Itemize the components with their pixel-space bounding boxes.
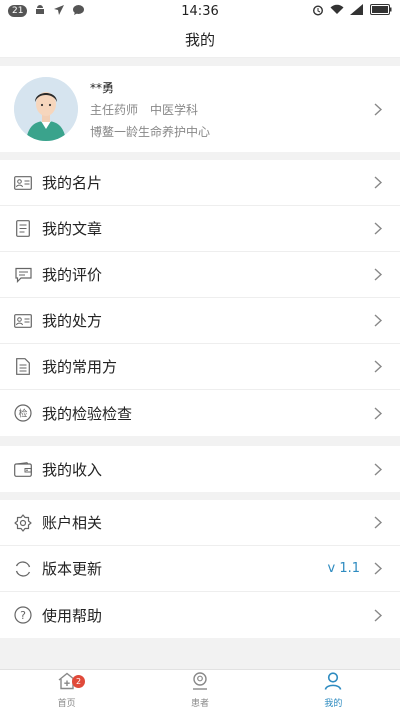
- battery-icon: [370, 4, 392, 18]
- home-badge: 2: [72, 675, 85, 688]
- notification-count: 21: [8, 5, 28, 17]
- profile-position: 主任药师: [90, 102, 139, 117]
- menu-group-income: 我的收入: [0, 446, 400, 492]
- menu-item-label: 我的名片: [42, 174, 103, 192]
- menu-item-business-card[interactable]: 我的名片: [0, 160, 400, 206]
- lab-test-icon: 检: [14, 404, 32, 422]
- menu-item-version-update[interactable]: 版本更新 v 1.1: [0, 546, 400, 592]
- menu-item-prescriptions[interactable]: 我的处方: [0, 298, 400, 344]
- menu-item-label: 账户相关: [42, 514, 103, 532]
- chevron-right-icon: [366, 268, 390, 281]
- navigation-arrow-icon: [53, 4, 65, 19]
- menu-item-income[interactable]: 我的收入: [0, 446, 400, 492]
- menu-item-label: 我的文章: [42, 220, 103, 238]
- alarm-icon: [312, 4, 324, 19]
- tab-patients[interactable]: 患者: [133, 670, 266, 711]
- comment-icon: [14, 266, 32, 284]
- tab-label: 我的: [324, 699, 343, 709]
- wifi-icon: [330, 4, 344, 18]
- menu-item-account[interactable]: 账户相关: [0, 500, 400, 546]
- menu-item-label: 版本更新: [42, 560, 103, 578]
- version-number: v 1.1: [327, 561, 361, 576]
- profile-organization: 博鳌一龄生命养护中心: [90, 124, 211, 139]
- signal-icon: [350, 4, 364, 18]
- menu-item-lab-tests[interactable]: 检 我的检验检查: [0, 390, 400, 436]
- android-icon: [34, 4, 46, 19]
- id-card-icon: [14, 174, 32, 192]
- common-prescription-icon: [14, 358, 32, 376]
- profile-name: **勇: [90, 80, 115, 95]
- menu-item-reviews[interactable]: 我的评价: [0, 252, 400, 298]
- chevron-right-icon: [366, 406, 390, 420]
- menu-item-common-prescriptions[interactable]: 我的常用方: [0, 344, 400, 390]
- chevron-right-icon: [366, 516, 390, 529]
- menu-item-label: 我的收入: [42, 460, 103, 479]
- chevron-right-icon: [366, 102, 390, 116]
- profile-card[interactable]: **勇 主任药师 中医学科 博鳌一龄生命养护中心: [0, 66, 400, 152]
- menu-item-label: 我的常用方: [42, 358, 118, 376]
- tab-label: 患者: [190, 699, 209, 709]
- bottom-tab-bar: 2 首页 患者 我的: [0, 669, 400, 711]
- lab-test-icon-text: 检: [18, 408, 27, 420]
- refresh-icon: [14, 560, 32, 578]
- avatar: [14, 77, 78, 141]
- menu-item-label: 我的评价: [42, 266, 103, 284]
- menu-item-label: 我的处方: [42, 312, 103, 330]
- patient-icon: [190, 672, 210, 694]
- chevron-right-icon: [366, 562, 390, 575]
- chevron-right-icon: [366, 360, 390, 373]
- chevron-right-icon: [366, 462, 390, 476]
- menu-group-profile: 我的名片 我的文章 我的评价 我的处方 我的常用方 检 我的检验检查: [0, 160, 400, 436]
- chevron-right-icon: [366, 608, 390, 622]
- tab-home[interactable]: 2 首页: [0, 670, 133, 711]
- person-icon: [323, 672, 343, 694]
- menu-item-articles[interactable]: 我的文章: [0, 206, 400, 252]
- menu-item-label: 我的检验检查: [42, 404, 133, 423]
- tab-label: 首页: [57, 699, 76, 709]
- tab-mine[interactable]: 我的: [267, 670, 400, 711]
- menu-group-settings: 账户相关 版本更新 v 1.1 ? 使用帮助: [0, 500, 400, 638]
- help-icon: ?: [14, 606, 32, 624]
- menu-item-label: 使用帮助: [42, 606, 103, 625]
- gear-icon: [14, 513, 32, 532]
- chevron-right-icon: [366, 176, 390, 189]
- status-bar: 21 14:36: [0, 0, 400, 22]
- chevron-right-icon: [366, 314, 390, 327]
- message-icon: [72, 4, 85, 19]
- profile-title: 主任药师 中医学科: [90, 101, 366, 118]
- help-icon-text: ?: [20, 609, 26, 622]
- page-title: 我的: [0, 22, 400, 58]
- chevron-right-icon: [366, 222, 390, 235]
- document-icon: [14, 220, 32, 238]
- menu-item-help[interactable]: ? 使用帮助: [0, 592, 400, 638]
- profile-department: 中医学科: [150, 102, 199, 117]
- prescription-card-icon: [14, 312, 32, 330]
- wallet-icon: [14, 460, 32, 478]
